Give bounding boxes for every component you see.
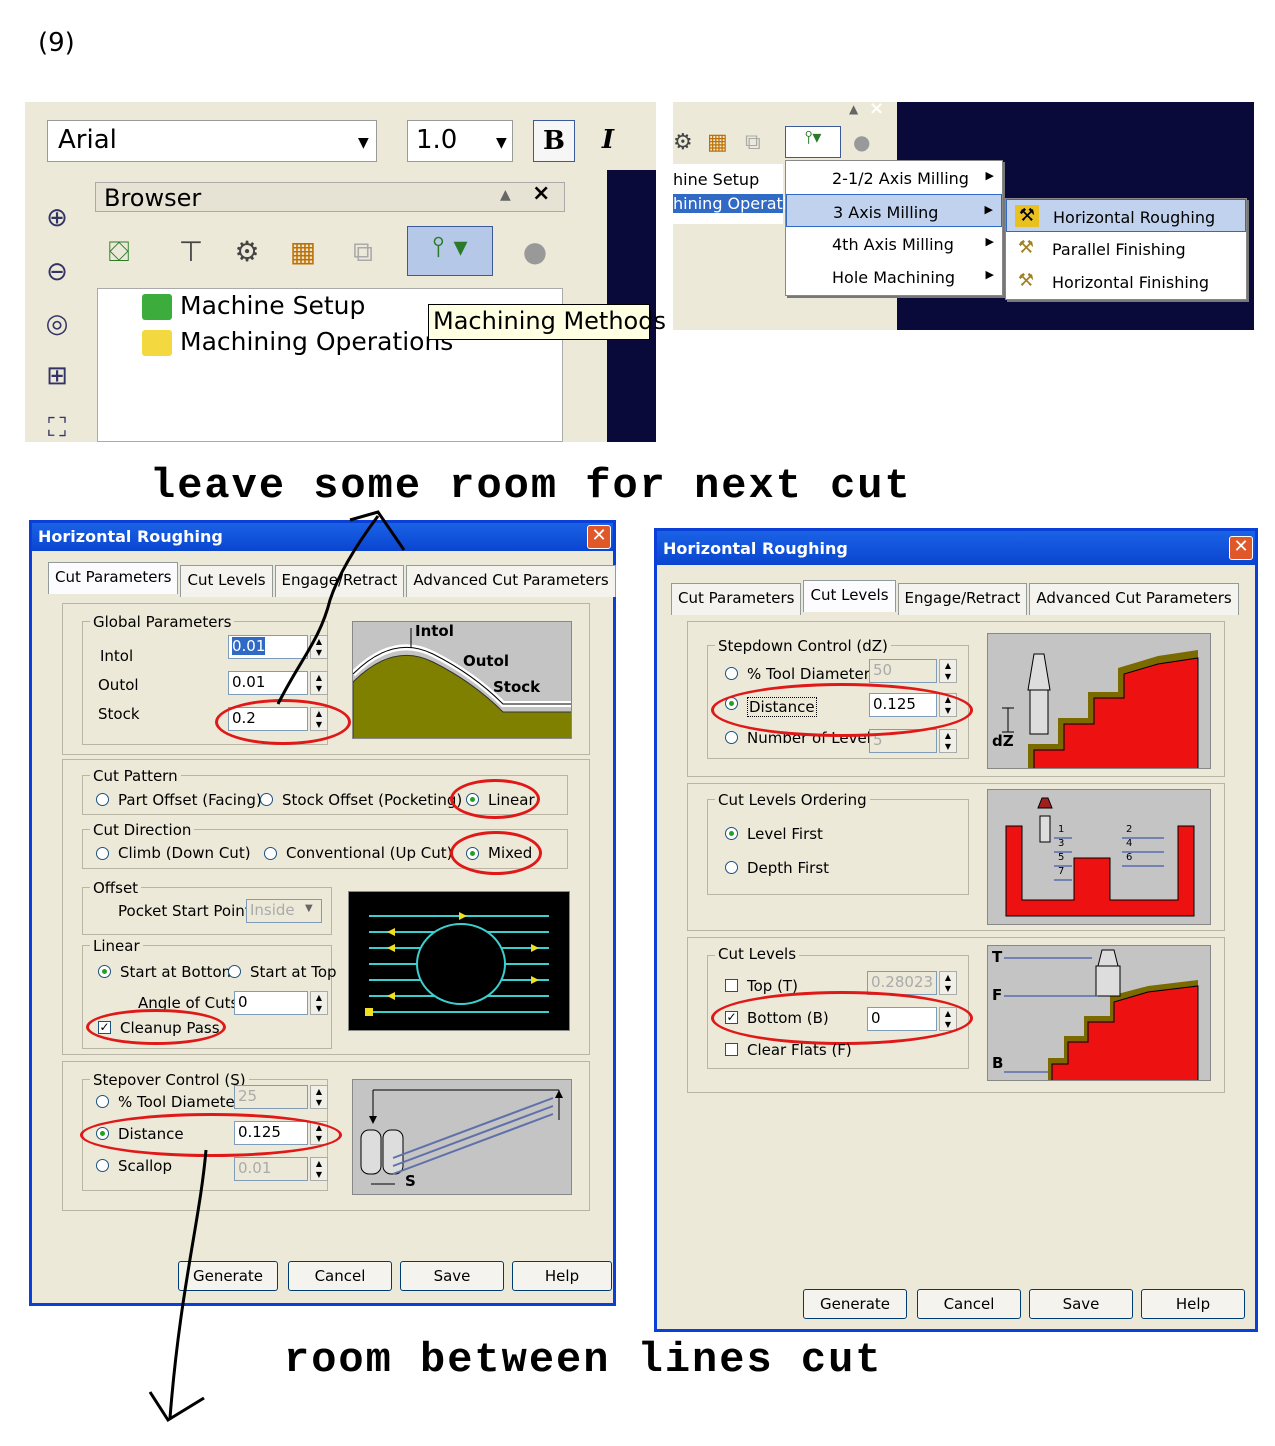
annotation-arrows: [148, 510, 406, 1423]
arrow-to-top-note: [276, 515, 380, 705]
arrow-head-bottom: [148, 1391, 205, 1423]
annotation-bottom: room between lines cut: [284, 1336, 883, 1384]
arrow-to-bottom-note: [168, 1149, 208, 1419]
